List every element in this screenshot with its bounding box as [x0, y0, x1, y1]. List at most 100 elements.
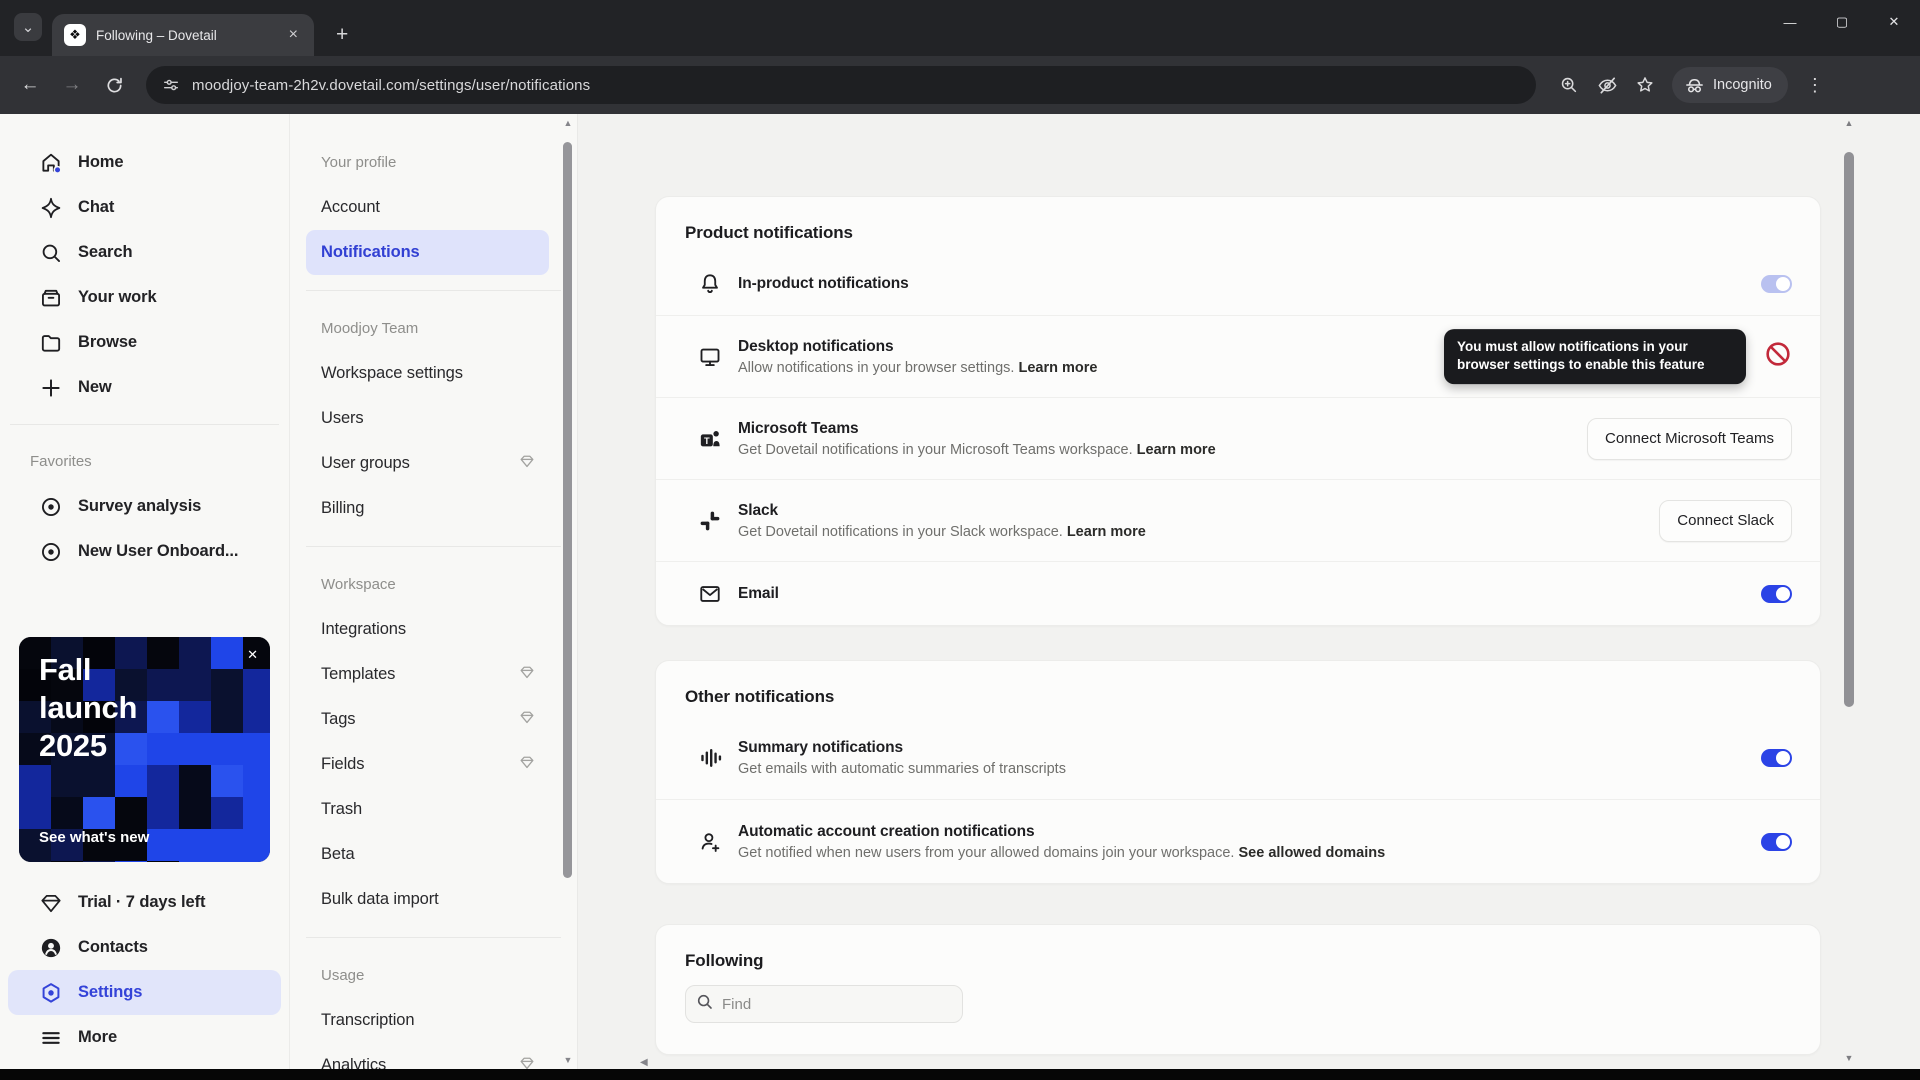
nav-item-bulk-data-import[interactable]: Bulk data import [306, 877, 549, 922]
url-bar[interactable]: moodjoy-team-2h2v.dovetail.com/settings/… [146, 66, 1536, 104]
target-icon [38, 540, 64, 564]
scroll-up-icon[interactable]: ▲ [562, 118, 574, 128]
sparkle-icon [38, 196, 64, 220]
row-subtitle: Get Dovetail notifications in your Slack… [738, 523, 1146, 540]
nav-item-fields[interactable]: Fields [306, 742, 549, 787]
nav-item-user-groups[interactable]: User groups [306, 441, 549, 486]
tab-close-icon[interactable]: × [283, 24, 304, 46]
nav-item-templates[interactable]: Templates [306, 652, 549, 697]
gem-icon [38, 891, 64, 915]
nav-item-integrations[interactable]: Integrations [306, 607, 549, 652]
sidebar-item-settings[interactable]: Settings [8, 970, 281, 1015]
scroll-up-icon[interactable]: ▲ [1842, 118, 1856, 128]
tab-search-button[interactable]: ⌄ [14, 13, 42, 41]
sidebar-label: Browse [78, 333, 138, 351]
zoom-button[interactable] [1552, 68, 1586, 102]
scroll-down-icon[interactable]: ▼ [1842, 1053, 1856, 1063]
sidebar-item-more[interactable]: More [8, 1015, 281, 1060]
nav-item-transcription[interactable]: Transcription [306, 998, 549, 1043]
menu-icon [38, 1026, 64, 1050]
sidebar-item-new[interactable]: New [8, 365, 281, 410]
close-button[interactable]: ✕ [1868, 0, 1920, 44]
settings-nav-scrollbar[interactable]: ▲ ▼ [562, 118, 574, 1065]
row-subtitle: Get notified when new users from your al… [738, 844, 1386, 861]
promo-cta-link[interactable]: See what's new [39, 829, 149, 846]
scrollbar-thumb[interactable] [1844, 152, 1854, 707]
eye-off-button[interactable] [1590, 68, 1624, 102]
home-icon [38, 151, 64, 175]
favorite-item-new-user-onboarding[interactable]: New User Onboard... [8, 529, 281, 574]
profile-section-label: Your profile [321, 154, 397, 171]
nav-item-beta[interactable]: Beta [306, 832, 549, 877]
left-sidebar: Home Chat Search Your work Browse New Fa… [0, 114, 290, 1069]
gem-icon [519, 709, 535, 730]
connect-slack-button[interactable]: Connect Slack [1659, 499, 1792, 542]
main-scrollbar[interactable]: ▲ ▼ [1842, 118, 1856, 1063]
toggle-knob [1776, 277, 1790, 291]
sidebar-item-search[interactable]: Search [8, 230, 281, 275]
dovetail-app: Home Chat Search Your work Browse New Fa… [0, 114, 1920, 1069]
desktop-notifications-tooltip: You must allow notifications in your bro… [1444, 328, 1746, 385]
in-product-notifications-toggle[interactable] [1761, 275, 1792, 293]
target-icon [38, 495, 64, 519]
gem-icon [519, 754, 535, 775]
connect-microsoft-teams-button[interactable]: Connect Microsoft Teams [1587, 417, 1792, 460]
site-settings-icon[interactable] [162, 76, 180, 94]
browser-tab[interactable]: ❖ Following – Dovetail × [52, 14, 314, 56]
scroll-down-icon[interactable]: ▼ [562, 1055, 574, 1065]
tab-strip: ⌄ ❖ Following – Dovetail × + — ▢ ✕ [0, 0, 1920, 56]
summary-notifications-toggle[interactable] [1761, 749, 1792, 767]
promo-close-icon[interactable]: ✕ [247, 647, 258, 663]
browser-menu-button[interactable]: ⋮ [1796, 75, 1834, 96]
email-toggle[interactable] [1761, 584, 1792, 603]
nav-item-billing[interactable]: Billing [306, 486, 549, 531]
other-notifications-heading: Other notifications [685, 687, 835, 706]
favorite-item-survey-analysis[interactable]: Survey analysis [8, 484, 281, 529]
row-title: Email [738, 584, 779, 602]
bookmark-star-button[interactable] [1628, 68, 1662, 102]
row-email: Email [656, 561, 1820, 625]
automatic-account-creation-toggle[interactable] [1761, 832, 1792, 851]
back-button[interactable]: ← [12, 67, 48, 103]
nav-item-account[interactable]: Account [306, 185, 549, 230]
settings-gear-icon [38, 981, 64, 1005]
new-tab-button[interactable]: + [328, 23, 356, 47]
nav-item-analytics[interactable]: Analytics [306, 1043, 549, 1069]
nav-item-notifications[interactable]: Notifications [306, 230, 549, 275]
sidebar-item-browse[interactable]: Browse [8, 320, 281, 365]
sidebar-item-your-work[interactable]: Your work [8, 275, 281, 320]
reload-button[interactable] [96, 67, 132, 103]
browser-window: ⌄ ❖ Following – Dovetail × + — ▢ ✕ ← → m… [0, 0, 1920, 1080]
sidebar-item-home[interactable]: Home [8, 140, 281, 185]
forward-button[interactable]: → [54, 67, 90, 103]
incognito-badge[interactable]: Incognito [1672, 67, 1788, 103]
learn-more-link[interactable]: Learn more [1137, 442, 1216, 458]
maximize-button[interactable]: ▢ [1816, 0, 1868, 44]
see-allowed-domains-link[interactable]: See allowed domains [1239, 845, 1386, 861]
nav-item-trash[interactable]: Trash [306, 787, 549, 832]
nav-item-workspace-settings[interactable]: Workspace settings [306, 351, 549, 396]
minimize-button[interactable]: — [1764, 0, 1816, 44]
sidebar-item-contacts[interactable]: Contacts [8, 925, 281, 970]
usage-section-label: Usage [321, 967, 365, 984]
folder-icon [38, 331, 64, 355]
sidebar-item-chat[interactable]: Chat [8, 185, 281, 230]
archive-icon [38, 286, 64, 310]
nav-item-tags[interactable]: Tags [306, 697, 549, 742]
toggle-knob [1776, 586, 1790, 601]
learn-more-link[interactable]: Learn more [1067, 524, 1146, 540]
scroll-left-icon[interactable]: ◀ [640, 1057, 648, 1068]
find-input[interactable] [722, 995, 922, 1013]
sidebar-item-trial[interactable]: Trial · 7 days left [8, 880, 281, 925]
nav-item-users[interactable]: Users [306, 396, 549, 441]
row-in-product-notifications: In-product notifications [656, 253, 1820, 315]
svg-text:T: T [704, 435, 710, 445]
learn-more-link[interactable]: Learn more [1018, 360, 1097, 376]
fall-launch-promo-card[interactable]: ✕ Fall launch 2025 See what's new [19, 637, 270, 862]
sidebar-label: New [78, 378, 112, 396]
scrollbar-thumb[interactable] [563, 142, 572, 878]
favorite-label: New User Onboard... [78, 542, 239, 560]
plus-icon [38, 376, 64, 400]
find-search-box[interactable] [685, 985, 963, 1023]
incognito-label: Incognito [1713, 77, 1772, 93]
